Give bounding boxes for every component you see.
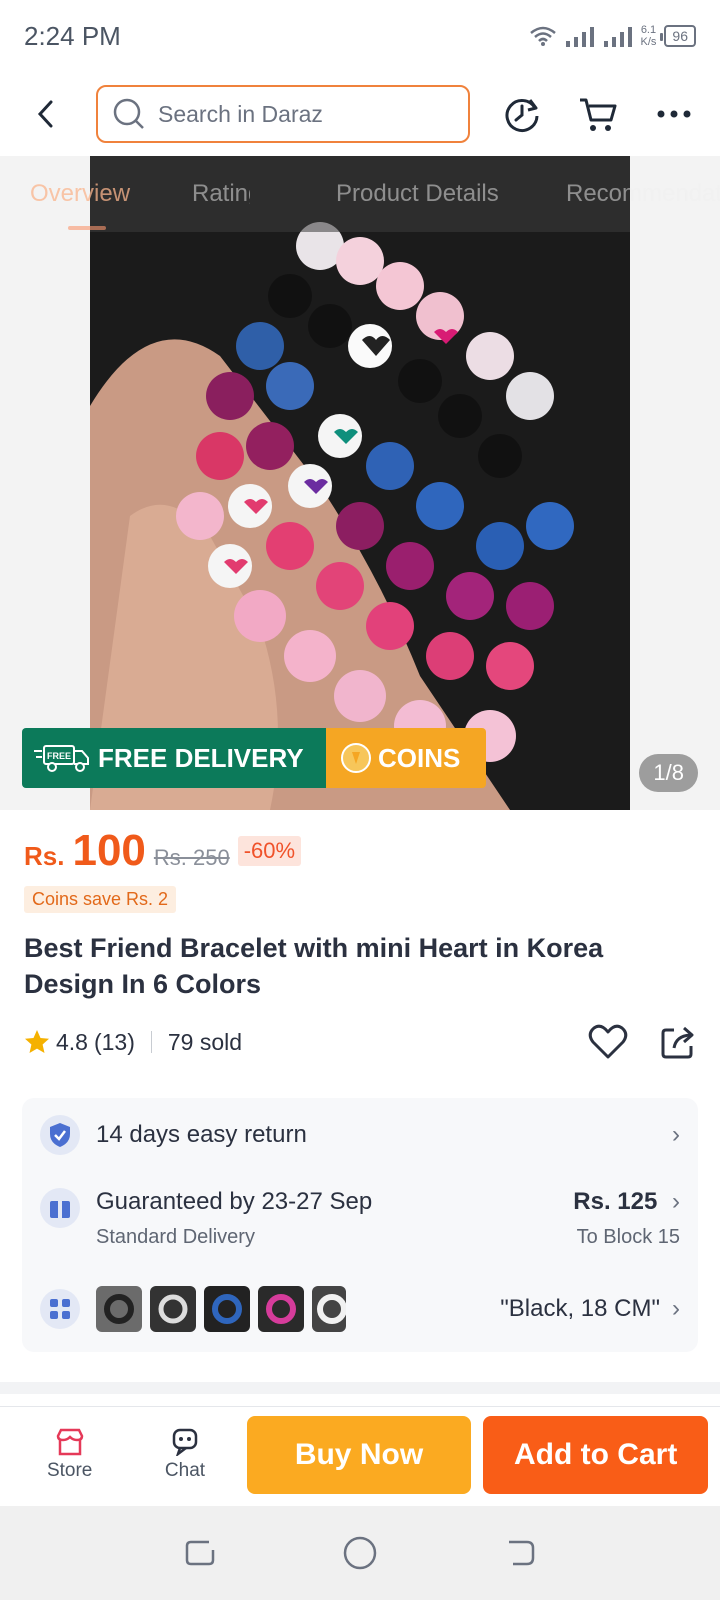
tab-overview[interactable]: Overview bbox=[30, 180, 130, 208]
variant-thumb[interactable] bbox=[150, 1286, 196, 1332]
history-icon bbox=[505, 99, 539, 132]
rating-row: 4.8 (13) 79 sold bbox=[24, 1020, 696, 1064]
coins-label: COINS bbox=[378, 742, 461, 773]
product-photo bbox=[90, 156, 630, 810]
rating-score[interactable]: 4.8 bbox=[56, 1029, 88, 1056]
sold-count: 79 sold bbox=[167, 1028, 243, 1055]
store-button[interactable]: Store bbox=[12, 1428, 127, 1482]
delivery-fee: Rs. 125 › bbox=[573, 1188, 680, 1216]
chat-label: Chat bbox=[164, 1459, 206, 1481]
cart-icon bbox=[580, 98, 617, 131]
delivery-type: Standard Delivery bbox=[96, 1226, 255, 1248]
chat-icon bbox=[172, 1428, 198, 1456]
active-tab-indicator bbox=[68, 226, 106, 230]
return-policy-text: 14 days easy return bbox=[96, 1121, 307, 1148]
back-arrow-icon bbox=[37, 100, 53, 128]
cart-button[interactable] bbox=[568, 84, 628, 144]
section-divider bbox=[0, 1382, 720, 1394]
tab-product-details[interactable]: Product Details bbox=[336, 180, 499, 208]
net-speed: 6.1 K/s bbox=[641, 24, 657, 48]
return-policy-row[interactable]: 14 days easy return › bbox=[40, 1114, 680, 1156]
rating-count[interactable]: (13) bbox=[94, 1029, 135, 1056]
delivery-fee-col: Rs. 125 › To Block 15 bbox=[573, 1188, 680, 1249]
coins-badge: COINS bbox=[326, 728, 486, 788]
search-placeholder: Search in Daraz bbox=[158, 100, 323, 127]
package-icon bbox=[40, 1188, 80, 1228]
status-bar: 2:24 PM 6.1 K/s 96 bbox=[0, 0, 720, 72]
battery-indicator: 96 bbox=[660, 25, 696, 47]
free-delivery-label: FREE DELIVERY bbox=[98, 742, 304, 773]
promo-banner: FREE FREE DELIVERY COINS bbox=[22, 728, 486, 788]
shield-check-icon bbox=[40, 1115, 80, 1155]
status-time: 2:24 PM bbox=[24, 20, 121, 51]
store-icon bbox=[56, 1428, 83, 1455]
wishlist-heart-icon[interactable] bbox=[588, 1024, 628, 1060]
delivery-row[interactable]: Guaranteed by 23-27 Sep Standard Deliver… bbox=[40, 1188, 680, 1268]
variant-thumb[interactable] bbox=[96, 1286, 142, 1332]
history-button[interactable] bbox=[492, 84, 552, 144]
add-to-cart-button[interactable]: Add to Cart bbox=[483, 1415, 708, 1494]
net-speed-value: 6.1 bbox=[640, 24, 657, 36]
variant-thumbnails bbox=[96, 1286, 346, 1332]
chat-button[interactable]: Chat bbox=[127, 1428, 242, 1482]
price-currency: Rs. bbox=[24, 841, 65, 871]
original-price: Rs. 250 bbox=[153, 845, 230, 870]
wifi-icon bbox=[529, 26, 556, 46]
coins-save-tag: Coins save Rs. 2 bbox=[24, 886, 177, 913]
buy-now-button[interactable]: Buy Now bbox=[246, 1415, 472, 1494]
signal-icon-2 bbox=[603, 27, 632, 47]
tab-recommendations[interactable]: Recommendations bbox=[566, 180, 720, 208]
delivery-truck-icon: FREE bbox=[34, 745, 89, 772]
store-label: Store bbox=[46, 1459, 93, 1481]
chevron-right-icon: › bbox=[672, 1188, 680, 1215]
divider bbox=[150, 1031, 152, 1053]
variant-row[interactable]: "Black, 18 CM" › bbox=[40, 1284, 680, 1334]
image-page-indicator: 1/8 bbox=[639, 754, 698, 792]
coin-icon bbox=[341, 743, 371, 773]
status-icons: 6.1 K/s 96 bbox=[529, 24, 696, 48]
product-actions bbox=[588, 1024, 696, 1060]
signal-icon bbox=[565, 27, 594, 47]
variant-thumb[interactable] bbox=[204, 1286, 250, 1332]
nav-actions bbox=[492, 84, 704, 144]
current-price: 100 bbox=[72, 826, 146, 875]
delivery-fee-value: Rs. 125 bbox=[573, 1188, 658, 1215]
system-navigation-bar bbox=[0, 1506, 720, 1600]
delivery-details: Guaranteed by 23-27 Sep Standard Deliver… bbox=[96, 1188, 372, 1249]
star-icon bbox=[25, 1030, 49, 1053]
tab-ratings[interactable]: Ratings bbox=[192, 180, 250, 208]
back-nav-icon[interactable] bbox=[503, 1536, 537, 1570]
delivery-info-card: 14 days easy return › Guaranteed by 23-2… bbox=[22, 1098, 698, 1352]
more-icon bbox=[657, 110, 691, 118]
grid-icon bbox=[40, 1289, 80, 1329]
free-badge-text: FREE bbox=[47, 751, 71, 761]
product-image-carousel[interactable]: Overview Ratings Product Details Recomme… bbox=[0, 156, 720, 810]
product-title: Best Friend Bracelet with mini Heart in … bbox=[24, 933, 604, 999]
free-delivery-badge: FREE FREE DELIVERY bbox=[22, 728, 326, 788]
bottom-action-bar: Store Chat Buy Now Add to Cart bbox=[0, 1406, 720, 1502]
variant-thumb[interactable] bbox=[312, 1286, 346, 1332]
delivery-location: To Block 15 bbox=[576, 1226, 680, 1248]
more-button[interactable] bbox=[644, 84, 704, 144]
search-icon bbox=[113, 98, 144, 129]
selected-variant: "Black, 18 CM" bbox=[500, 1295, 660, 1322]
chevron-right-icon: › bbox=[672, 1295, 680, 1322]
net-speed-unit: K/s bbox=[640, 36, 657, 48]
back-button[interactable] bbox=[16, 84, 76, 144]
discount-badge: -60% bbox=[237, 836, 302, 866]
variant-thumb[interactable] bbox=[258, 1286, 304, 1332]
recent-apps-icon[interactable] bbox=[183, 1536, 217, 1570]
chevron-right-icon: › bbox=[672, 1121, 680, 1148]
top-nav: Search in Daraz bbox=[0, 80, 720, 148]
section-tabs: Overview Ratings Product Details Recomme… bbox=[0, 156, 720, 232]
delivery-guarantee: Guaranteed by 23-27 Sep bbox=[96, 1188, 373, 1215]
price-row: Rs. 100 Rs. 250 -60% bbox=[24, 826, 302, 876]
share-icon[interactable] bbox=[660, 1024, 696, 1060]
home-icon[interactable] bbox=[342, 1535, 378, 1571]
search-input[interactable]: Search in Daraz bbox=[96, 85, 470, 143]
